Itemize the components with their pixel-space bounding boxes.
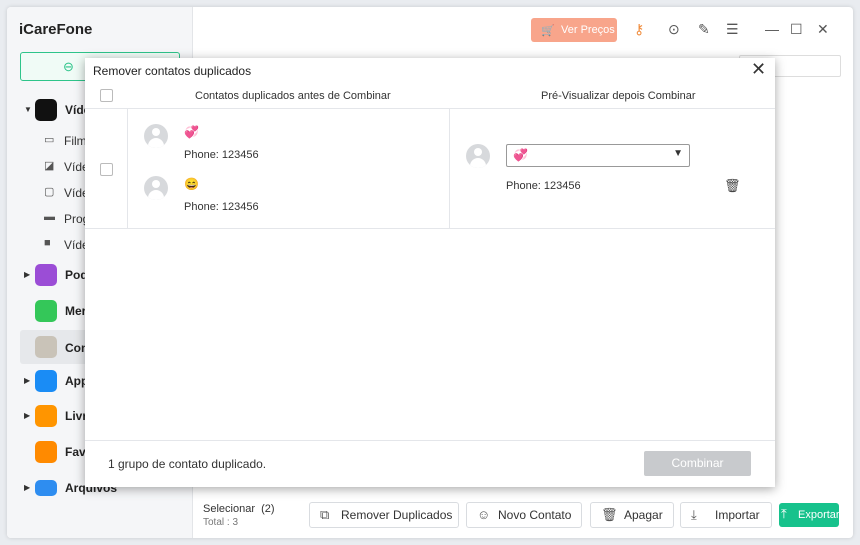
duplicate-group-count: 1 grupo de contato duplicado. — [108, 457, 267, 471]
column-header-before: Contatos duplicados antes de Combinar — [195, 90, 391, 102]
podcast-icon — [35, 264, 57, 286]
close-icon[interactable]: ✕ — [751, 59, 766, 80]
import-button[interactable]: ⤓ Importar — [680, 502, 772, 528]
add-person-icon: ☺ — [477, 507, 491, 522]
minimize-icon[interactable]: — — [765, 21, 779, 37]
total-count: Total : 3 — [203, 517, 239, 528]
feedback-icon[interactable]: ✎ — [698, 21, 710, 38]
select-text: Selecionar — [203, 503, 255, 515]
divider — [449, 109, 450, 228]
back-arrow-icon: ⊖ — [63, 59, 74, 74]
expand-arrow-icon[interactable]: ▼ — [24, 105, 32, 114]
group-checkbox[interactable] — [100, 163, 113, 176]
app-title: iCareFone — [19, 21, 93, 38]
key-icon[interactable]: ⚷ — [634, 21, 644, 38]
contact-phone: Phone: 123456 — [184, 149, 259, 161]
contact-name: 😄 — [184, 177, 199, 191]
combine-button[interactable]: Combinar — [644, 451, 751, 476]
folder-icon — [35, 480, 57, 496]
divider — [85, 228, 775, 229]
divider — [127, 109, 128, 228]
column-header-after: Pré-Visualizar depois Combinar — [541, 90, 696, 102]
merged-name-select[interactable]: 💞 ▼ — [506, 144, 690, 167]
avatar — [466, 144, 490, 168]
remove-duplicates-label: Remover Duplicados — [341, 508, 453, 522]
menu-icon[interactable]: ☰ — [726, 21, 739, 38]
film-icon: ▭ — [44, 134, 55, 146]
top-toolbar: 🛒 Ver Preços ⚷ ⊙ ✎ ☰ — ☐ ✕ — [193, 7, 853, 52]
avatar — [144, 124, 168, 148]
bottom-toolbar: Selecionar (2) Total : 3 ⧉ Remover Dupli… — [193, 497, 853, 538]
delete-label: Apagar — [624, 508, 663, 522]
export-button[interactable]: ⤒ Exportar — [779, 503, 840, 527]
download-icon[interactable]: ⊙ — [668, 21, 680, 38]
camera-icon: ■ — [44, 237, 51, 249]
remove-duplicates-button[interactable]: ⧉ Remover Duplicados — [309, 502, 459, 528]
export-label: Exportar — [798, 509, 840, 521]
selected-name: 💞 — [513, 148, 528, 162]
video-icon: ◪ — [44, 160, 55, 172]
select-count: (2) — [261, 503, 275, 515]
cart-icon: 🛒 — [541, 25, 555, 37]
monitor-icon: ▢ — [44, 186, 55, 198]
books-icon — [35, 405, 57, 427]
new-contact-button[interactable]: ☺ Novo Contato — [466, 502, 582, 528]
expand-arrow-icon[interactable]: ▶ — [24, 270, 30, 279]
import-icon: ⤓ — [691, 507, 697, 522]
duplicate-icon: ⧉ — [320, 507, 330, 522]
maximize-icon[interactable]: ☐ — [790, 21, 803, 38]
sidebar-item-label: Livr — [65, 409, 88, 423]
chevron-down-icon: ▼ — [673, 148, 683, 159]
export-icon: ⤒ — [781, 506, 787, 521]
new-contact-label: Novo Contato — [498, 508, 572, 522]
divider — [85, 108, 775, 109]
merged-phone: Phone: 123456 — [506, 180, 581, 192]
expand-arrow-icon[interactable]: ▶ — [24, 376, 30, 385]
tv-app-icon — [35, 99, 57, 121]
sidebar-item-label: Mer — [65, 304, 87, 318]
remove-duplicates-dialog: Remover contatos duplicados ✕ Contatos d… — [85, 58, 775, 487]
tv-show-icon: ▬ — [44, 211, 55, 223]
expand-arrow-icon[interactable]: ▶ — [24, 411, 30, 420]
delete-button[interactable]: 🗑 Apagar — [590, 502, 674, 528]
messages-icon — [35, 300, 57, 322]
contact-phone: Phone: 123456 — [184, 201, 259, 213]
see-prices-label: Ver Preços — [561, 24, 615, 36]
trash-icon[interactable]: 🗑 — [724, 178, 741, 194]
contact-name: 💞 — [184, 125, 199, 139]
contacts-icon — [35, 336, 57, 358]
see-prices-button[interactable]: 🛒 Ver Preços — [531, 18, 617, 42]
close-window-icon[interactable]: ✕ — [817, 21, 829, 38]
import-label: Importar — [715, 508, 760, 522]
dialog-title: Remover contatos duplicados — [93, 64, 252, 78]
bookmark-icon — [35, 441, 57, 463]
app-store-icon — [35, 370, 57, 392]
avatar — [144, 176, 168, 200]
expand-arrow-icon[interactable]: ▶ — [24, 483, 30, 492]
select-all-checkbox[interactable] — [100, 89, 113, 102]
divider — [85, 440, 775, 441]
select-label[interactable]: Selecionar (2) — [203, 503, 275, 515]
trash-icon: 🗑 — [601, 507, 618, 522]
